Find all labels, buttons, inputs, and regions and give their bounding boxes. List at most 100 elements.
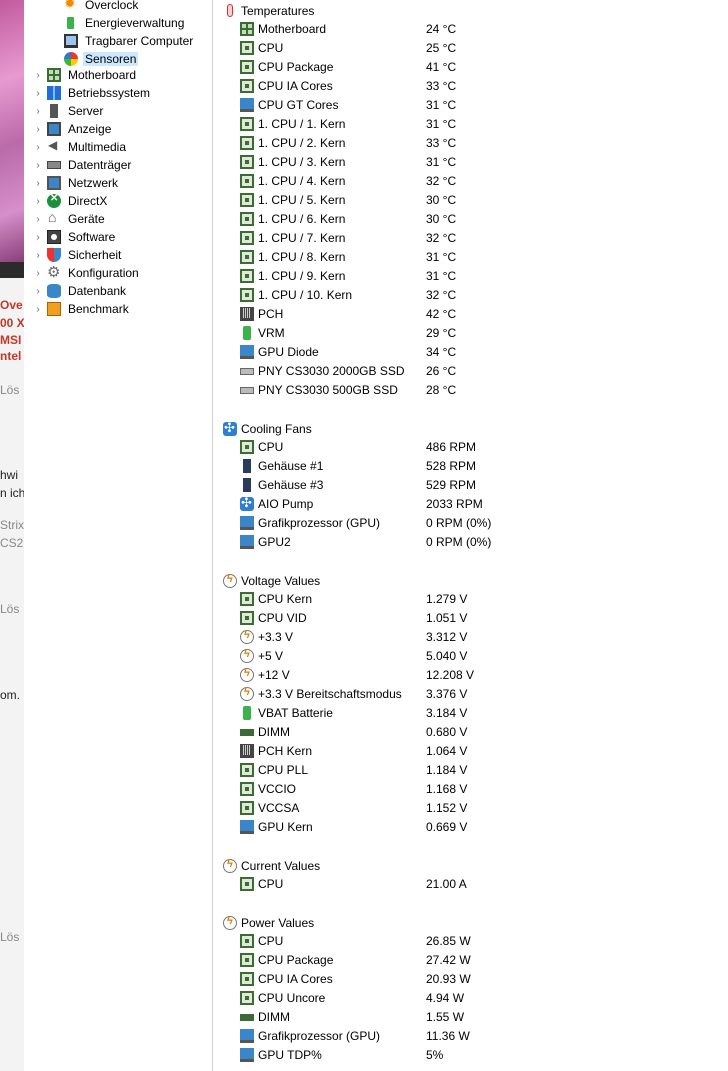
tree-item-datenträger[interactable]: › Datenträger xyxy=(32,156,133,174)
sensor-row[interactable]: CPU 486 RPM xyxy=(220,438,728,457)
expand-chevron-icon[interactable]: › xyxy=(32,214,44,225)
tree-item-label: Geräte xyxy=(68,212,105,226)
sensor-row[interactable]: VCCSA 1.152 V xyxy=(220,799,728,818)
tree-item-netzwerk[interactable]: › Netzwerk xyxy=(32,174,120,192)
sensor-row[interactable]: CPU 21.00 A xyxy=(220,875,728,894)
group-header-current-values[interactable]: Current Values xyxy=(220,856,320,875)
sensor-row[interactable]: +3.3 V 3.312 V xyxy=(220,628,728,647)
group-header-cooling-fans[interactable]: Cooling Fans xyxy=(220,419,312,438)
tree-item-directx[interactable]: › DirectX xyxy=(32,192,109,210)
sensor-row[interactable]: CPU Uncore 4.94 W xyxy=(220,989,728,1008)
tree-item-konfiguration[interactable]: › Konfiguration xyxy=(32,263,141,282)
sensor-row[interactable]: GPU2 0 RPM (0%) xyxy=(220,533,728,552)
sensor-row[interactable]: PNY CS3030 2000GB SSD 26 °C xyxy=(220,362,728,381)
tree-item-multimedia[interactable]: › Multimedia xyxy=(32,138,128,156)
sensor-row[interactable]: 1. CPU / 7. Kern 32 °C xyxy=(220,229,728,248)
tree-item-server[interactable]: › Server xyxy=(32,102,105,120)
tree-item-energieverwaltung[interactable]: Energieverwaltung xyxy=(64,14,186,32)
sensor-row[interactable]: +3.3 V Bereitschaftsmodus 3.376 V xyxy=(220,685,728,704)
gpu-icon xyxy=(240,345,254,359)
expand-chevron-icon[interactable]: › xyxy=(32,304,44,315)
sensor-row[interactable]: GPU Kern 0.669 V xyxy=(220,818,728,837)
sensor-value: 42 °C xyxy=(426,307,457,321)
expand-chevron-icon[interactable]: › xyxy=(32,106,44,117)
sensor-row[interactable]: CPU Kern 1.279 V xyxy=(220,590,728,609)
sensor-row[interactable]: VBAT Batterie 3.184 V xyxy=(220,704,728,723)
sensor-row[interactable]: Gehäuse #1 528 RPM xyxy=(220,457,728,476)
sensor-row[interactable]: CPU 26.85 W xyxy=(220,932,728,951)
chip-icon xyxy=(240,440,254,454)
chip-icon xyxy=(240,60,254,74)
expand-chevron-icon[interactable]: › xyxy=(32,142,44,153)
expand-chevron-icon[interactable]: › xyxy=(32,88,44,99)
sensor-value: 0.680 V xyxy=(426,725,468,739)
sensor-row[interactable]: PNY CS3030 500GB SSD 28 °C xyxy=(220,381,728,400)
sensor-row[interactable]: VCCIO 1.168 V xyxy=(220,780,728,799)
sensor-row[interactable]: +12 V 12.208 V xyxy=(220,666,728,685)
expand-chevron-icon[interactable]: › xyxy=(32,124,44,135)
sensor-row[interactable]: GPU Diode 34 °C xyxy=(220,343,728,362)
expand-chevron-icon[interactable]: › xyxy=(32,196,44,207)
sensor-row[interactable]: 1. CPU / 3. Kern 31 °C xyxy=(220,153,728,172)
sensor-row[interactable]: Motherboard 24 °C xyxy=(220,20,728,39)
sensor-row[interactable]: DIMM 0.680 V xyxy=(220,723,728,742)
expand-chevron-icon[interactable]: › xyxy=(32,286,44,297)
tree-item-datenbank[interactable]: › Datenbank xyxy=(32,282,128,300)
expand-chevron-icon[interactable]: › xyxy=(32,268,44,279)
tree-item-overclock[interactable]: Overclock xyxy=(64,0,140,14)
sensor-row[interactable]: GPU TDP% 5% xyxy=(220,1046,728,1065)
sensor-row[interactable]: PCH Kern 1.064 V xyxy=(220,742,728,761)
chip-icon xyxy=(240,801,254,815)
sensor-row[interactable]: Grafikprozessor (GPU) 0 RPM (0%) xyxy=(220,514,728,533)
tree-item-geräte[interactable]: › Geräte xyxy=(32,209,107,228)
sensor-row[interactable]: CPU IA Cores 33 °C xyxy=(220,77,728,96)
sensor-value: 4.94 W xyxy=(426,991,465,1005)
sensor-row[interactable]: CPU IA Cores 20.93 W xyxy=(220,970,728,989)
sensor-row[interactable]: DIMM 1.55 W xyxy=(220,1008,728,1027)
tree-item-benchmark[interactable]: › Benchmark xyxy=(32,300,131,318)
sensor-name: GPU Kern xyxy=(258,820,313,834)
sensor-row[interactable]: CPU Package 41 °C xyxy=(220,58,728,77)
sensor-value: 31 °C xyxy=(426,98,457,112)
expand-chevron-icon[interactable]: › xyxy=(32,232,44,243)
sensor-name: VCCIO xyxy=(258,782,297,796)
sensor-row[interactable]: 1. CPU / 10. Kern 32 °C xyxy=(220,286,728,305)
sensor-row[interactable]: PCH 42 °C xyxy=(220,305,728,324)
gpu-icon xyxy=(240,98,254,112)
expand-chevron-icon[interactable]: › xyxy=(32,160,44,171)
sensor-row[interactable]: 1. CPU / 2. Kern 33 °C xyxy=(220,134,728,153)
tree-item-motherboard[interactable]: › Motherboard xyxy=(32,66,138,84)
sensor-row[interactable]: CPU Package 27.42 W xyxy=(220,951,728,970)
sensor-row[interactable]: 1. CPU / 9. Kern 31 °C xyxy=(220,267,728,286)
sensor-row[interactable]: +5 V 5.040 V xyxy=(220,647,728,666)
sensor-value: 529 RPM xyxy=(426,478,477,492)
sensor-row[interactable]: Gehäuse #3 529 RPM xyxy=(220,476,728,495)
expand-chevron-icon[interactable]: › xyxy=(32,250,44,261)
tree-item-label: Anzeige xyxy=(68,122,112,136)
sensor-value: 26.85 W xyxy=(426,934,471,948)
sensor-row[interactable]: CPU GT Cores 31 °C xyxy=(220,96,728,115)
group-header-temperatures[interactable]: Temperatures xyxy=(220,1,314,20)
tree-item-anzeige[interactable]: › Anzeige xyxy=(32,120,113,138)
sensor-row[interactable]: CPU 25 °C xyxy=(220,39,728,58)
sensor-row[interactable]: 1. CPU / 8. Kern 31 °C xyxy=(220,248,728,267)
group-header-voltage-values[interactable]: Voltage Values xyxy=(220,571,320,590)
tree-item-betriebssystem[interactable]: › Betriebssystem xyxy=(32,84,152,102)
sensor-row[interactable]: CPU PLL 1.184 V xyxy=(220,761,728,780)
sensor-row[interactable]: AIO Pump 2033 RPM xyxy=(220,495,728,514)
sensor-row[interactable]: 1. CPU / 6. Kern 30 °C xyxy=(220,210,728,229)
tree-item-tragbarer-computer[interactable]: Tragbarer Computer xyxy=(64,32,195,50)
sensor-row[interactable]: 1. CPU / 5. Kern 30 °C xyxy=(220,191,728,210)
sensor-row[interactable]: 1. CPU / 1. Kern 31 °C xyxy=(220,115,728,134)
expand-chevron-icon[interactable]: › xyxy=(32,70,44,81)
sensor-row[interactable]: 1. CPU / 4. Kern 32 °C xyxy=(220,172,728,191)
sensor-row[interactable]: Grafikprozessor (GPU) 11.36 W xyxy=(220,1027,728,1046)
pane-splitter[interactable] xyxy=(212,0,213,1071)
sensor-row[interactable]: VRM 29 °C xyxy=(220,324,728,343)
expand-chevron-icon[interactable]: › xyxy=(32,178,44,189)
sensor-value: 26 °C xyxy=(426,364,457,378)
sensor-row[interactable]: CPU VID 1.051 V xyxy=(220,609,728,628)
group-header-power-values[interactable]: Power Values xyxy=(220,913,314,932)
tree-item-sicherheit[interactable]: › Sicherheit xyxy=(32,246,123,264)
tree-item-software[interactable]: › Software xyxy=(32,228,117,246)
